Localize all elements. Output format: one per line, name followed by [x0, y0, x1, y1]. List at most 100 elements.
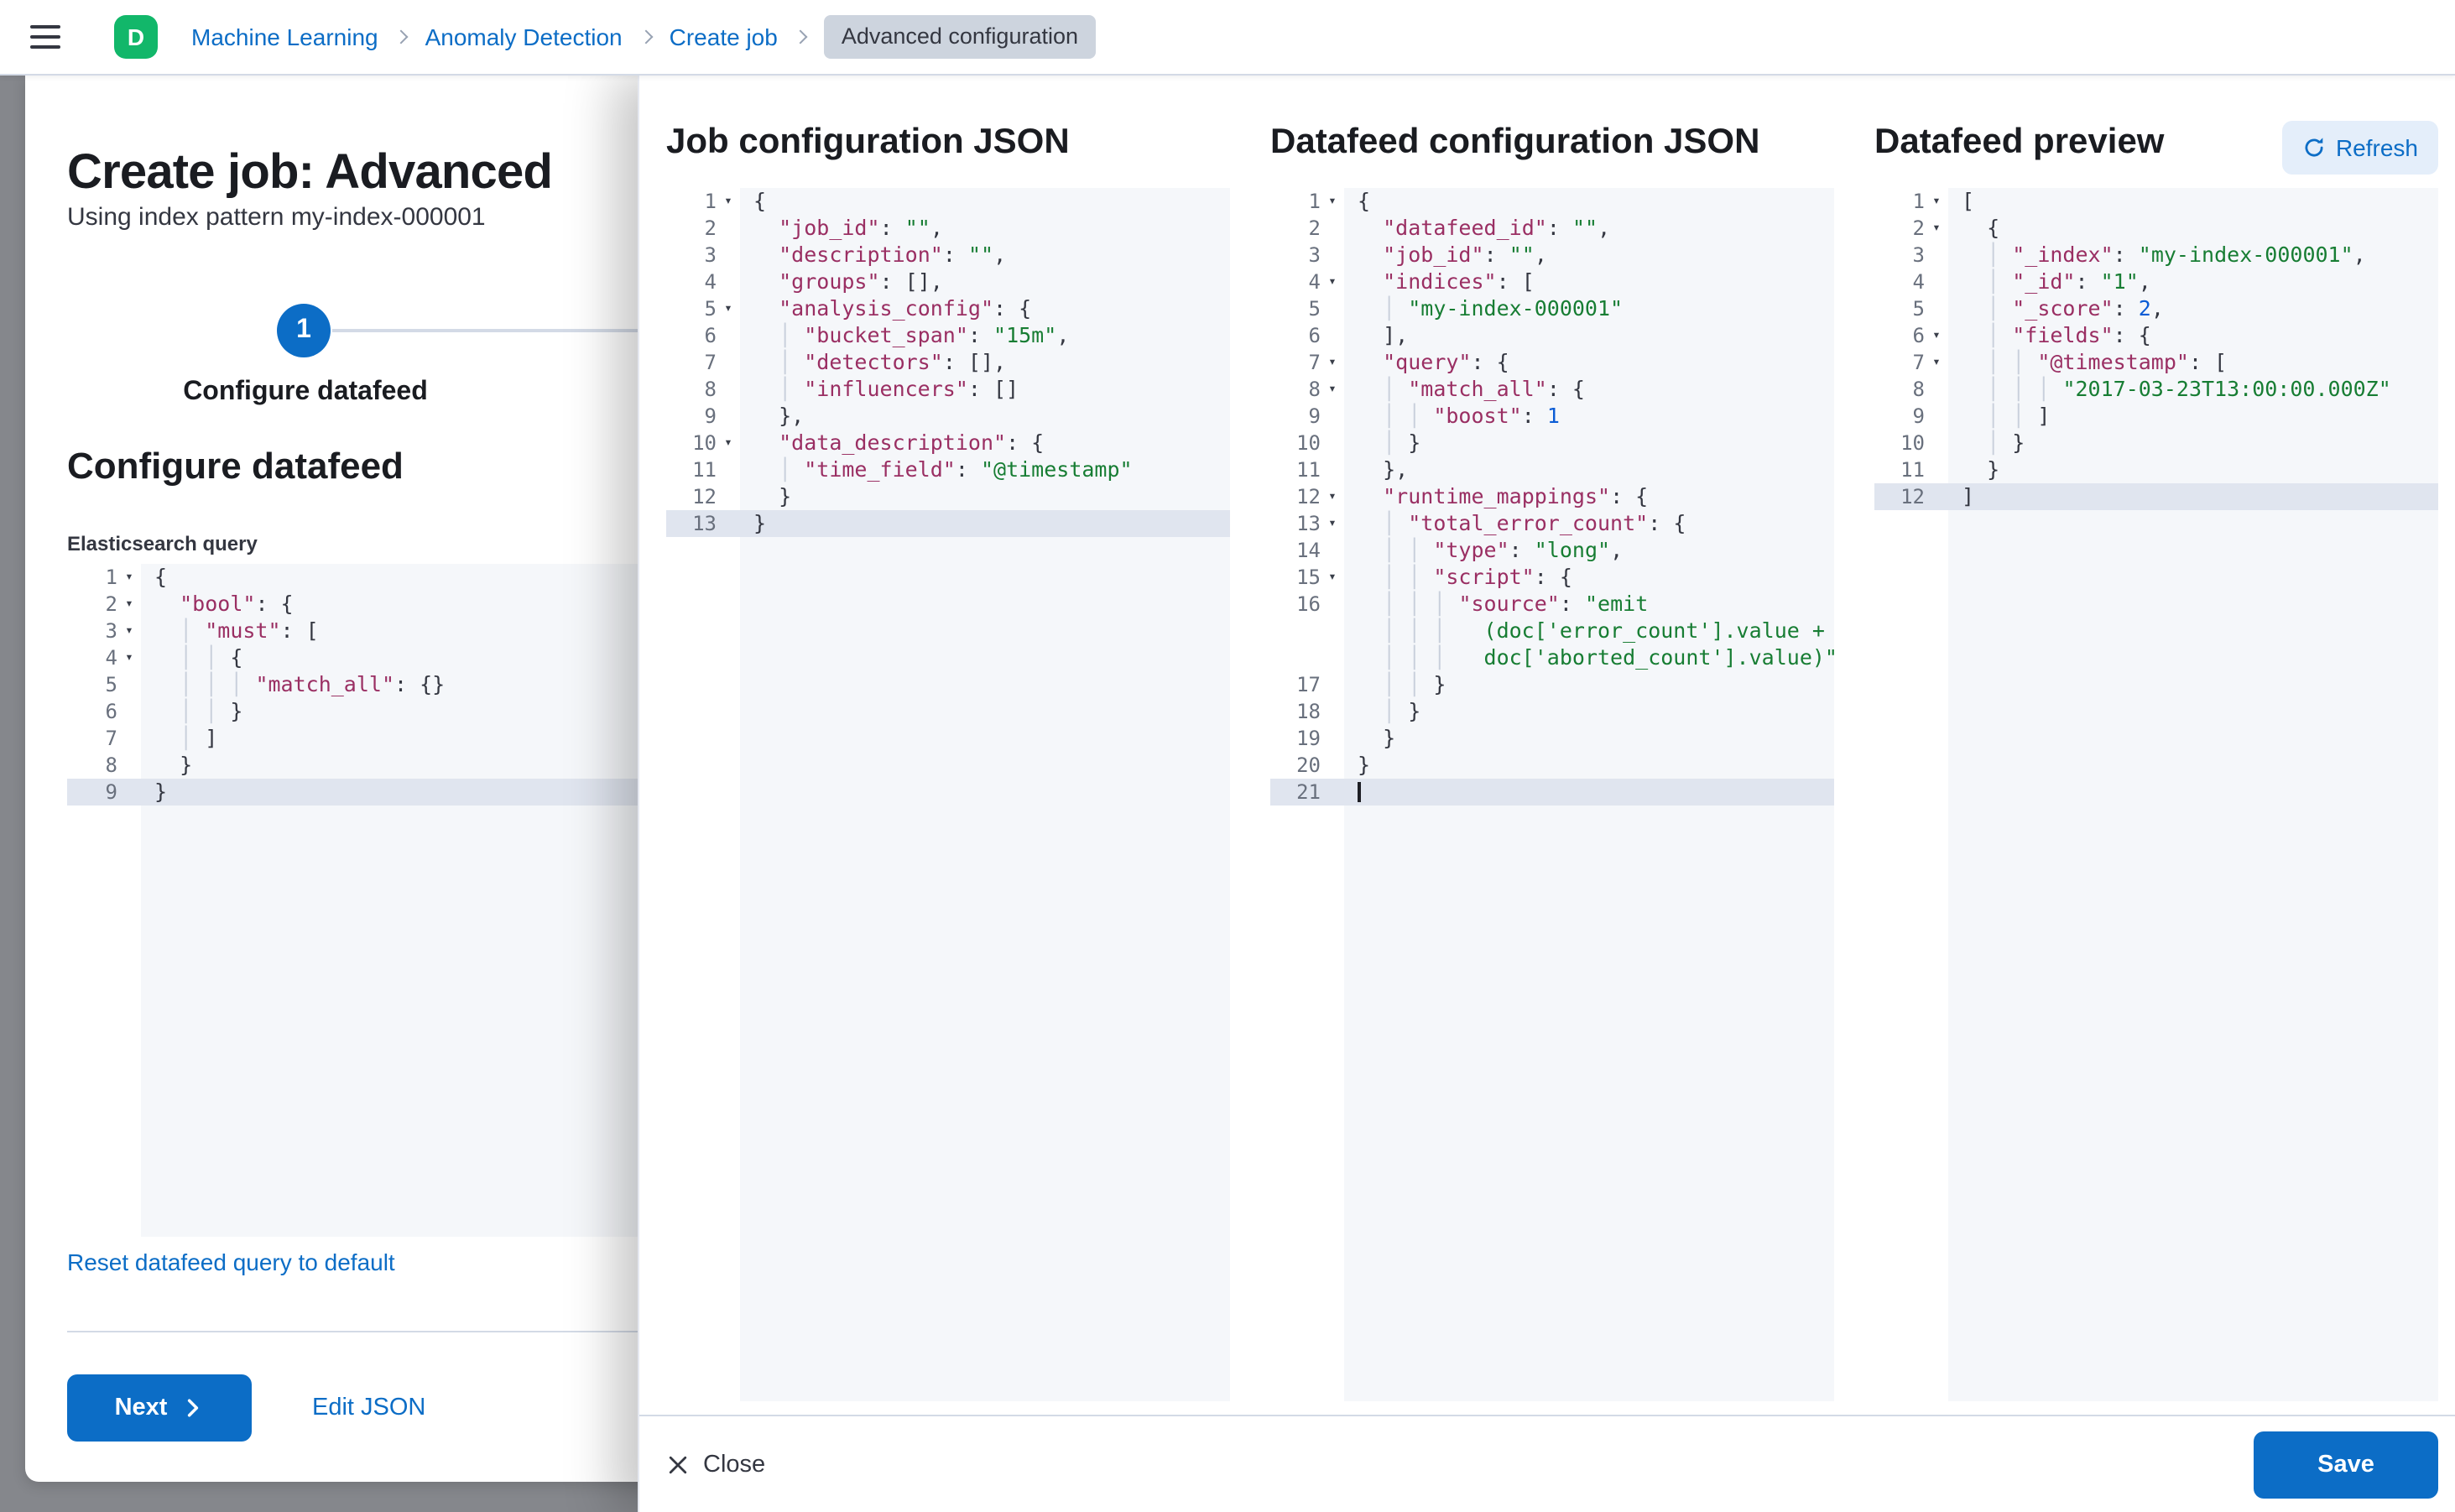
avatar[interactable]: D — [114, 15, 158, 59]
code-line[interactable]: 11 } — [1874, 456, 2438, 483]
code-line[interactable]: 7 │ ] — [67, 725, 691, 752]
breadcrumb-item-create-job[interactable]: Create job — [670, 23, 778, 50]
breadcrumb-item-anomaly-detection[interactable]: Anomaly Detection — [425, 23, 623, 50]
code-line[interactable]: 18 │ } — [1270, 698, 1834, 725]
fold-arrow-icon[interactable]: ▾ — [1321, 376, 1344, 403]
fold-arrow-icon[interactable]: ▾ — [1925, 322, 1948, 349]
line-number: 12 — [1874, 483, 1925, 510]
edit-json-button[interactable]: Edit JSON — [312, 1395, 425, 1421]
fold-arrow-icon[interactable]: ▾ — [1925, 215, 1948, 242]
datafeed-config-editor[interactable]: 1▾{2 "datafeed_id": "",3 "job_id": "",4▾… — [1270, 188, 1834, 1401]
code-line[interactable]: 12▾ "runtime_mappings": { — [1270, 483, 1834, 510]
code-line[interactable]: 1▾{ — [1270, 188, 1834, 215]
fold-arrow-icon[interactable]: ▾ — [1925, 188, 1948, 215]
fold-arrow-icon[interactable]: ▾ — [717, 295, 740, 322]
code-line[interactable]: 11 }, — [1270, 456, 1834, 483]
fold-arrow-icon[interactable]: ▾ — [1321, 269, 1344, 295]
reset-datafeed-query-link[interactable]: Reset datafeed query to default — [67, 1249, 395, 1275]
code-line[interactable]: 2 "job_id": "", — [666, 215, 1230, 242]
line-number: 15 — [1270, 564, 1321, 591]
code-line[interactable]: │ │ │ doc['aborted_count'].value)" — [1270, 644, 1834, 671]
code-line[interactable]: 6▾ │ "fields": { — [1874, 322, 2438, 349]
code-line[interactable]: 8 │ │ │ "2017-03-23T13:00:00.000Z" — [1874, 376, 2438, 403]
code-line[interactable]: 5 │ "_score": 2, — [1874, 295, 2438, 322]
fold-arrow-icon[interactable]: ▾ — [717, 188, 740, 215]
code-line[interactable]: 2 "datafeed_id": "", — [1270, 215, 1834, 242]
code-line[interactable]: 3 │ "_index": "my-index-000001", — [1874, 242, 2438, 269]
code-line[interactable]: 6 ], — [1270, 322, 1834, 349]
code-text: │ "_id": "1", — [1948, 269, 2438, 295]
code-line[interactable]: 7▾ │ │ "@timestamp": [ — [1874, 349, 2438, 376]
code-line[interactable]: 6 │ │ } — [67, 698, 691, 725]
fold-arrow-icon[interactable]: ▾ — [1321, 564, 1344, 591]
code-line[interactable]: 3▾ │ "must": [ — [67, 618, 691, 644]
code-line[interactable]: 4 "groups": [], — [666, 269, 1230, 295]
code-line[interactable]: 7▾ "query": { — [1270, 349, 1834, 376]
code-line[interactable]: 12] — [1874, 483, 2438, 510]
code-line[interactable]: 4 │ "_id": "1", — [1874, 269, 2438, 295]
code-text: │ │ │ doc['aborted_count'].value)" — [1344, 644, 1834, 671]
code-line[interactable]: 8▾ │ "match_all": { — [1270, 376, 1834, 403]
fold-arrow-icon[interactable]: ▾ — [117, 644, 141, 671]
save-button[interactable]: Save — [2254, 1431, 2438, 1498]
code-line[interactable]: 4▾ │ │ { — [67, 644, 691, 671]
code-line[interactable]: 9 │ │ ] — [1874, 403, 2438, 430]
fold-arrow-icon[interactable]: ▾ — [117, 618, 141, 644]
close-button[interactable]: Close — [666, 1451, 765, 1478]
code-line[interactable]: 1▾{ — [67, 564, 691, 591]
gutter-spacer — [1321, 779, 1344, 806]
code-line[interactable]: 2▾ "bool": { — [67, 591, 691, 618]
code-line[interactable]: 14 │ │ "type": "long", — [1270, 537, 1834, 564]
code-line[interactable]: 17 │ │ } — [1270, 671, 1834, 698]
code-line[interactable]: 13} — [666, 510, 1230, 537]
code-line[interactable]: 8 } — [67, 752, 691, 779]
code-line[interactable]: 7 │ "detectors": [], — [666, 349, 1230, 376]
code-line[interactable]: 2▾ { — [1874, 215, 2438, 242]
code-line[interactable]: 21 — [1270, 779, 1834, 806]
code-line[interactable]: │ │ │ (doc['error_count'].value + — [1270, 618, 1834, 644]
code-line[interactable]: 4▾ "indices": [ — [1270, 269, 1834, 295]
code-line[interactable]: 9 }, — [666, 403, 1230, 430]
menu-button[interactable] — [30, 10, 81, 64]
breadcrumb-item-machine-learning[interactable]: Machine Learning — [191, 23, 378, 50]
code-line[interactable]: 8 │ "influencers": [] — [666, 376, 1230, 403]
code-line[interactable]: 10 │ } — [1270, 430, 1834, 456]
code-line[interactable]: 5 │ "my-index-000001" — [1270, 295, 1834, 322]
code-line[interactable]: 11 │ "time_field": "@timestamp" — [666, 456, 1230, 483]
elasticsearch-query-editor[interactable]: 1▾{2▾ "bool": {3▾ │ "must": [4▾ │ │ {5 │… — [67, 564, 691, 1237]
line-number: 16 — [1270, 591, 1321, 618]
datafeed-preview-editor[interactable]: 1▾[2▾ {3 │ "_index": "my-index-000001",4… — [1874, 188, 2438, 1401]
code-line[interactable]: 3 "description": "", — [666, 242, 1230, 269]
code-line[interactable]: 12 } — [666, 483, 1230, 510]
code-line[interactable]: 1▾[ — [1874, 188, 2438, 215]
fold-arrow-icon[interactable]: ▾ — [1321, 188, 1344, 215]
code-line[interactable]: 5 │ │ │ "match_all": {} — [67, 671, 691, 698]
fold-arrow-icon[interactable]: ▾ — [117, 591, 141, 618]
fold-arrow-icon[interactable]: ▾ — [1321, 510, 1344, 537]
fold-arrow-icon[interactable]: ▾ — [117, 564, 141, 591]
section-heading: Configure datafeed — [67, 445, 404, 488]
refresh-button[interactable]: Refresh — [2282, 121, 2438, 175]
code-line[interactable]: 20} — [1270, 752, 1834, 779]
code-line[interactable]: 15▾ │ │ "script": { — [1270, 564, 1834, 591]
line-number: 3 — [1270, 242, 1321, 269]
code-line[interactable]: 10▾ "data_description": { — [666, 430, 1230, 456]
job-config-editor[interactable]: 1▾{2 "job_id": "",3 "description": "",4 … — [666, 188, 1230, 1401]
fold-arrow-icon[interactable]: ▾ — [1321, 349, 1344, 376]
next-button[interactable]: Next — [67, 1374, 252, 1442]
code-line[interactable]: 9} — [67, 779, 691, 806]
code-line[interactable]: 19 } — [1270, 725, 1834, 752]
step-indicator[interactable]: 1 — [277, 304, 331, 357]
code-line[interactable]: 3 "job_id": "", — [1270, 242, 1834, 269]
code-line[interactable]: 10 │ } — [1874, 430, 2438, 456]
code-line[interactable]: 9 │ │ "boost": 1 — [1270, 403, 1834, 430]
code-line[interactable]: 1▾{ — [666, 188, 1230, 215]
code-line[interactable]: 5▾ "analysis_config": { — [666, 295, 1230, 322]
code-line[interactable]: 16 │ │ │ "source": "emit — [1270, 591, 1834, 618]
flyout-body: Job configuration JSON 1▾{2 "job_id": ""… — [639, 76, 2455, 1415]
fold-arrow-icon[interactable]: ▾ — [1925, 349, 1948, 376]
fold-arrow-icon[interactable]: ▾ — [1321, 483, 1344, 510]
code-line[interactable]: 6 │ "bucket_span": "15m", — [666, 322, 1230, 349]
fold-arrow-icon[interactable]: ▾ — [717, 430, 740, 456]
code-line[interactable]: 13▾ │ "total_error_count": { — [1270, 510, 1834, 537]
